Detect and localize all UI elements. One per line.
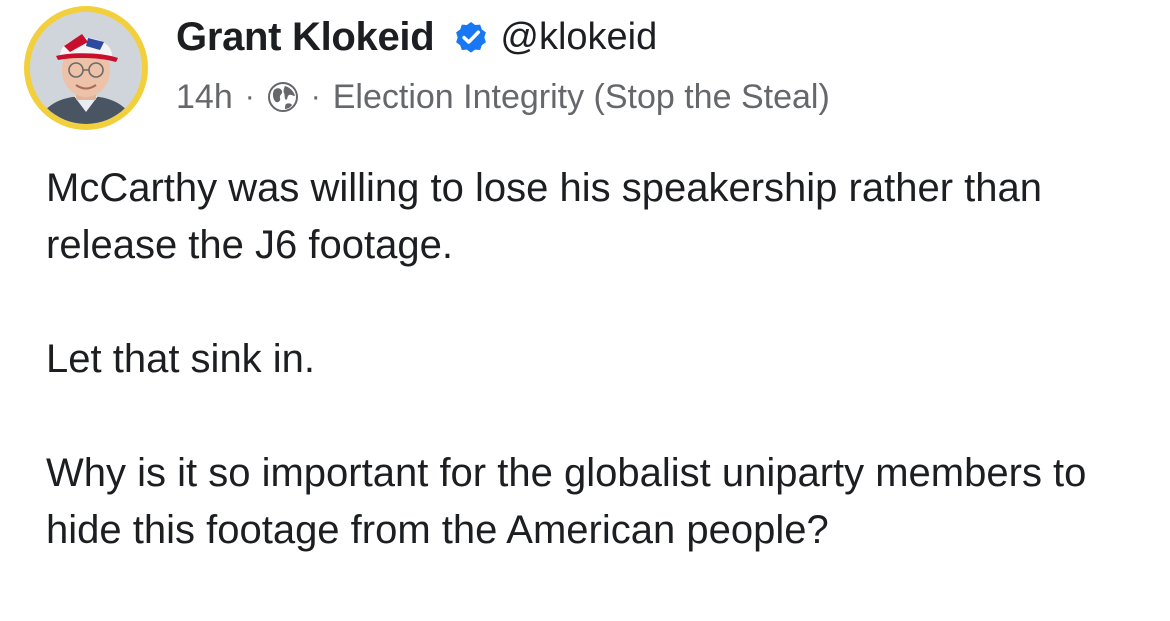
verified-badge-icon <box>452 18 490 56</box>
post-body: McCarthy was willing to lose his speaker… <box>46 160 1136 559</box>
author-row: Grant Klokeid @klokeid <box>176 12 1136 62</box>
group-name[interactable]: Election Integrity (Stop the Steal) <box>333 78 830 117</box>
meta-separator: · <box>244 80 255 113</box>
author-name[interactable]: Grant Klokeid <box>176 15 435 60</box>
post-meta: 14h · · Election Integrity (Stop the Ste… <box>176 74 1136 120</box>
avatar[interactable] <box>24 6 148 130</box>
profile-photo <box>30 12 142 124</box>
globe-icon[interactable] <box>267 81 299 113</box>
meta-separator: · <box>310 80 321 113</box>
post-paragraph: McCarthy was willing to lose his speaker… <box>46 166 1054 267</box>
author-handle[interactable]: @klokeid <box>500 16 657 59</box>
social-post: Grant Klokeid @klokeid 14h · · Election … <box>0 0 1170 621</box>
post-header: Grant Klokeid @klokeid 14h · · Election … <box>176 12 1136 120</box>
avatar-portrait <box>30 12 142 124</box>
post-time[interactable]: 14h <box>176 78 233 117</box>
post-paragraph: Why is it so important for the globalist… <box>46 451 1098 552</box>
post-paragraph: Let that sink in. <box>46 337 316 381</box>
